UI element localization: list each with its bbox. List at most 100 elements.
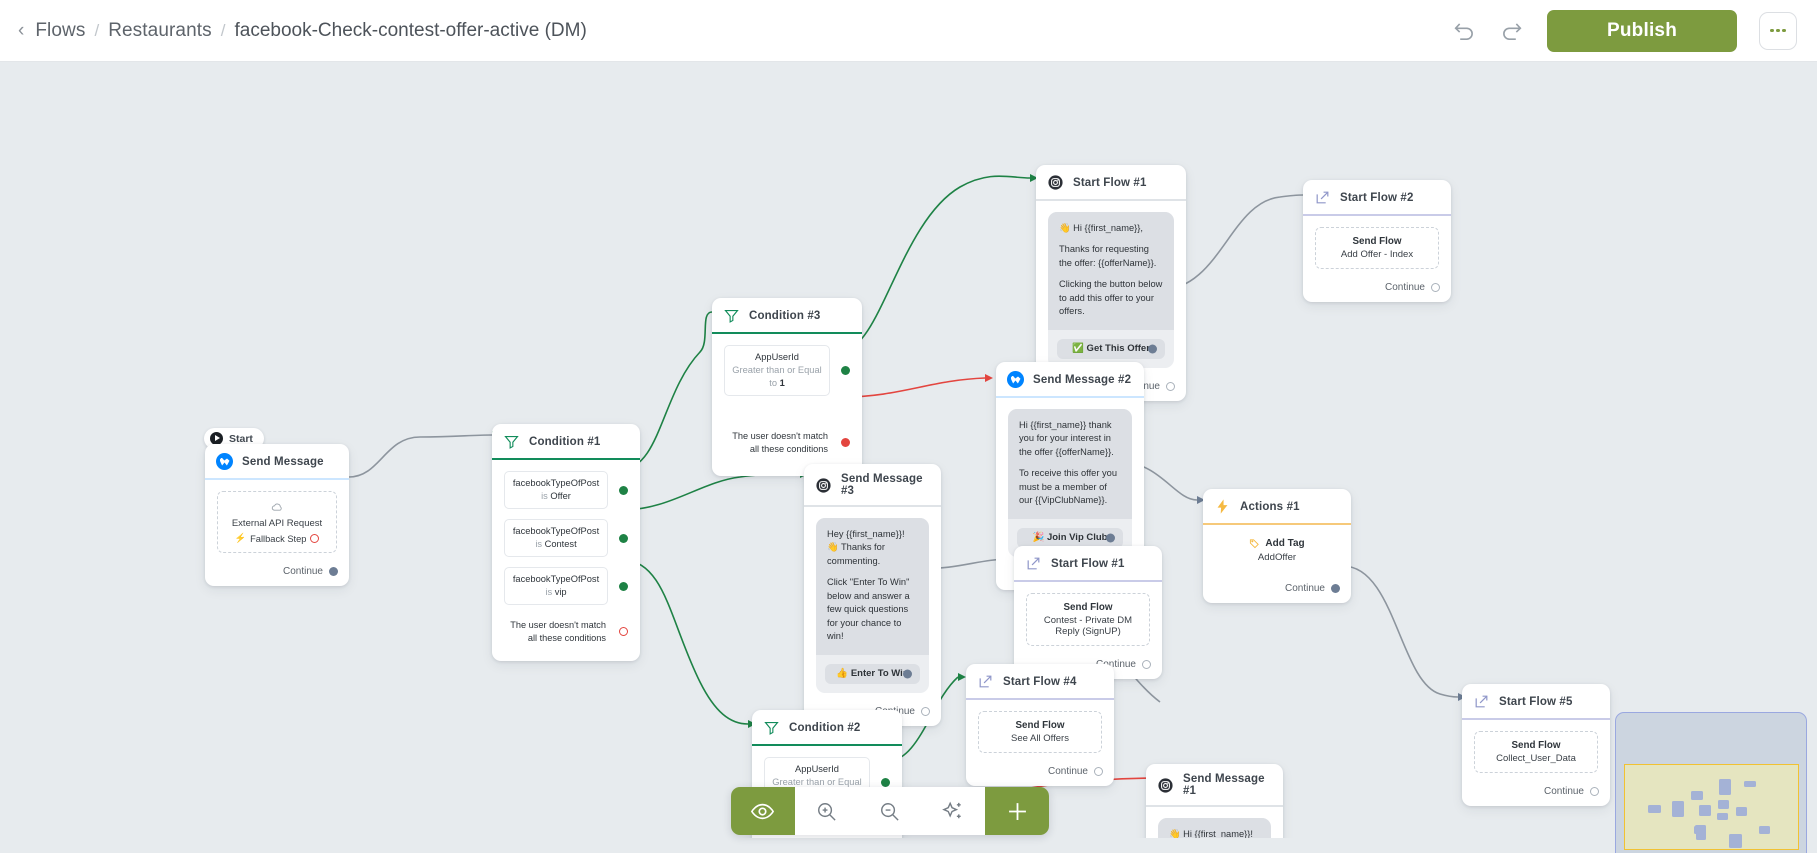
external-api-block[interactable]: External API Request ⚡ Fallback Step: [217, 491, 337, 553]
condition-field: facebookTypeOfPost: [512, 478, 600, 488]
condition-port[interactable]: [619, 485, 628, 495]
chevron-left-icon[interactable]: ‹: [18, 21, 24, 40]
continue-port[interactable]: [1331, 584, 1340, 593]
node-title: Condition #1: [529, 435, 601, 448]
fallback-label: Fallback Step: [250, 533, 307, 544]
send-flow-block[interactable]: Send Flow Collect_User_Data: [1474, 731, 1598, 773]
message-button-label: 🎉 Join Vip Club: [1032, 532, 1108, 544]
node-start-flow-5[interactable]: Start Flow #5 Send Flow Collect_User_Dat…: [1462, 684, 1610, 806]
node-header: Start Flow #5: [1462, 684, 1610, 720]
continue-port[interactable]: [1590, 787, 1599, 796]
condition-operator: Greater than or Equal to: [732, 365, 822, 389]
preview-button[interactable]: [731, 787, 795, 835]
breadcrumb-item-flows[interactable]: Flows: [35, 20, 85, 42]
more-options-button[interactable]: [1759, 11, 1797, 50]
node-header: Send Message #3: [804, 464, 941, 507]
send-flow-label: Send Flow: [1015, 720, 1065, 731]
condition-operator: is: [535, 539, 543, 550]
redo-icon[interactable]: [1499, 18, 1525, 44]
node-header: Actions #1: [1203, 489, 1351, 525]
message-preview: Hi {{first_name}} thank you for your int…: [1008, 409, 1132, 557]
minimap-node: [1691, 791, 1703, 800]
condition-port[interactable]: [619, 581, 628, 591]
node-start-flow-1-mid[interactable]: Start Flow #1 Send Flow Contest - Privat…: [1014, 546, 1162, 679]
add-tag-row[interactable]: Add Tag: [1215, 538, 1339, 549]
zoom-out-button[interactable]: [858, 787, 922, 835]
add-node-button[interactable]: [985, 787, 1049, 835]
canvas-toolbar: [731, 787, 1049, 835]
continue-port[interactable]: [1431, 283, 1440, 292]
continue-port[interactable]: [1094, 767, 1103, 776]
page-title: facebook-Check-contest-offer-active (DM): [234, 19, 587, 41]
node-condition-1[interactable]: Condition #1 facebookTypeOfPost is Offer…: [492, 424, 640, 661]
node-start-flow-4[interactable]: Start Flow #4 Send Flow See All Offers C…: [966, 664, 1114, 786]
minimap-node: [1717, 813, 1728, 820]
condition-nomatch-port[interactable]: [619, 627, 628, 637]
node-body: Send Flow Collect_User_Data: [1462, 720, 1610, 781]
message-line: Hey {{first_name}}! 👋 Thanks for comment…: [827, 529, 905, 566]
continue-row: Continue: [205, 561, 349, 586]
breadcrumb-separator: /: [94, 20, 100, 40]
node-title: Condition #2: [789, 721, 861, 734]
message-line: Click "Enter To Win" below and answer a …: [827, 577, 910, 642]
continue-port[interactable]: [329, 567, 338, 576]
condition-port[interactable]: [841, 366, 850, 376]
message-button[interactable]: 👍 Enter To Win: [825, 663, 920, 684]
node-body: Hi {{first_name}} thank you for your int…: [996, 398, 1144, 565]
header-actions: Publish: [1451, 9, 1797, 52]
condition-port[interactable]: [881, 778, 890, 788]
instagram-icon: [1048, 175, 1063, 190]
node-header: Condition #2: [752, 710, 902, 746]
fallback-port[interactable]: [310, 534, 320, 543]
send-flow-block[interactable]: Send Flow See All Offers: [978, 711, 1102, 753]
condition-field: facebookTypeOfPost: [512, 526, 600, 537]
zoom-in-button[interactable]: [794, 787, 859, 835]
condition-row[interactable]: AppUserId Greater than or Equal to 1: [724, 345, 850, 397]
minimap[interactable]: [1615, 712, 1807, 853]
minimap-node: [1729, 834, 1742, 848]
condition-row[interactable]: facebookTypeOfPost is Offer: [504, 471, 628, 510]
undo-icon[interactable]: [1451, 18, 1477, 44]
node-header: Send Message #1: [1146, 764, 1283, 807]
message-button-port[interactable]: [1106, 533, 1115, 543]
eye-icon: [751, 803, 775, 819]
message-button-port[interactable]: [903, 669, 912, 679]
send-flow-block[interactable]: Send Flow Contest - Private DM Reply (Si…: [1026, 593, 1150, 646]
node-title: Start Flow #5: [1499, 695, 1573, 708]
message-preview: Hey {{first_name}}! 👋 Thanks for comment…: [816, 518, 929, 693]
condition-nomatch-row[interactable]: The user doesn't match all these conditi…: [724, 426, 850, 460]
continue-port[interactable]: [1142, 660, 1151, 669]
zoom-out-icon: [881, 802, 900, 821]
node-actions-1[interactable]: Actions #1 Add Tag AddOffer Continue: [1203, 489, 1351, 603]
fallback-step-row: ⚡ Fallback Step: [227, 533, 327, 544]
node-send-message-3[interactable]: Send Message #3 Hey {{first_name}}! 👋 Th…: [804, 464, 941, 726]
condition-nomatch-port[interactable]: [841, 438, 850, 448]
continue-port[interactable]: [1166, 381, 1175, 391]
condition-field: AppUserId: [755, 352, 799, 362]
message-button[interactable]: 🎉 Join Vip Club: [1017, 527, 1123, 548]
message-button-port[interactable]: [1148, 344, 1157, 354]
condition-row[interactable]: facebookTypeOfPost is vip: [504, 567, 628, 606]
node-start-flow-2[interactable]: Start Flow #2 Send Flow Add Offer - Inde…: [1303, 180, 1451, 302]
send-flow-block[interactable]: Send Flow Add Offer - Index: [1315, 227, 1439, 269]
flow-canvas[interactable]: Start Send Message External API Request …: [0, 62, 1817, 853]
node-send-message[interactable]: Send Message External API Request ⚡ Fall…: [205, 444, 349, 586]
node-condition-3[interactable]: Condition #3 AppUserId Greater than or E…: [712, 298, 862, 476]
external-link-icon: [1027, 557, 1040, 570]
message-line: Clicking the button below to add this of…: [1059, 279, 1163, 317]
publish-button[interactable]: Publish: [1547, 9, 1737, 52]
condition-row[interactable]: facebookTypeOfPost is Contest: [504, 519, 628, 558]
magic-button[interactable]: [921, 787, 986, 835]
node-header: Start Flow #4: [966, 664, 1114, 700]
breadcrumb-separator: /: [220, 20, 226, 40]
external-link-icon: [1475, 695, 1488, 708]
continue-port[interactable]: [921, 706, 930, 716]
breadcrumb-item-restaurants[interactable]: Restaurants: [108, 20, 212, 42]
condition-nomatch-row[interactable]: The user doesn't match all these conditi…: [504, 615, 628, 649]
node-body: Hey {{first_name}}! 👋 Thanks for comment…: [804, 507, 941, 701]
condition-port[interactable]: [619, 533, 628, 543]
add-tag-label: Add Tag: [1265, 538, 1305, 549]
node-title: Send Message #2: [1033, 373, 1132, 386]
message-button[interactable]: ✅ Get This Offer: [1057, 338, 1165, 359]
minimap-node: [1699, 805, 1711, 816]
